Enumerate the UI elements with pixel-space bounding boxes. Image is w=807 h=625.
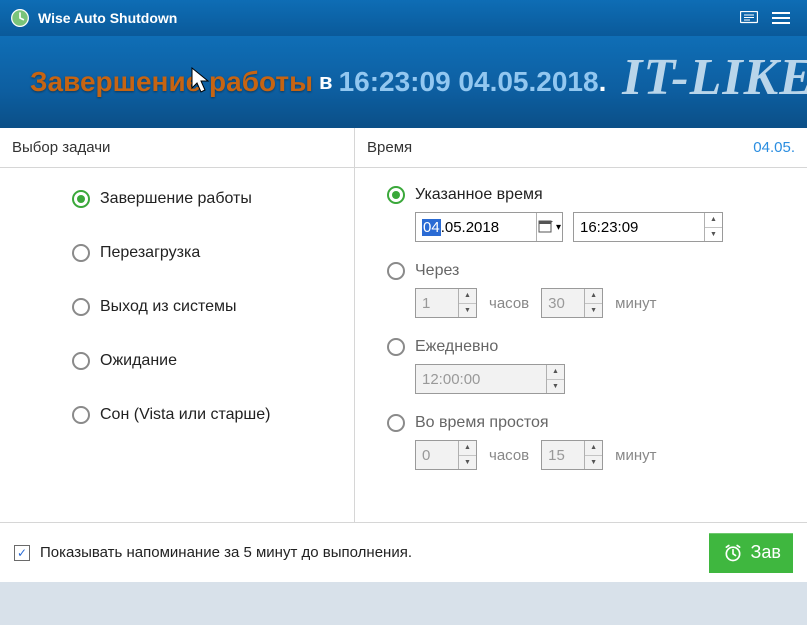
time-radio-specified[interactable]: Указанное время — [387, 186, 797, 204]
idle-minutes-input[interactable]: ▲▼ — [541, 440, 603, 470]
time-radio-daily[interactable]: Ежедневно — [387, 338, 797, 356]
radio-icon — [387, 414, 405, 432]
app-logo-icon — [10, 8, 30, 28]
task-radio-shutdown[interactable]: Завершение работы — [72, 190, 344, 208]
daily-field[interactable] — [416, 365, 546, 393]
radio-icon — [387, 186, 405, 204]
time-header: Время — [367, 139, 412, 156]
time-field[interactable] — [574, 213, 704, 241]
task-label: Перезагрузка — [100, 244, 200, 262]
task-label: Ожидание — [100, 352, 177, 370]
spin-down-icon[interactable]: ▼ — [705, 228, 722, 242]
cursor-icon — [190, 66, 212, 101]
title-bar: Wise Auto Shutdown — [0, 0, 807, 36]
banner-datetime: 16:23:09 04.05.2018 — [339, 66, 599, 98]
minutes-field[interactable] — [542, 289, 584, 317]
banner-at: в — [313, 69, 339, 95]
radio-icon — [72, 352, 90, 370]
hours-unit: часов — [487, 447, 531, 464]
spin-up-icon[interactable]: ▲ — [585, 441, 602, 456]
time-radio-after[interactable]: Через — [387, 262, 797, 280]
radio-icon — [72, 244, 90, 262]
spinner-buttons[interactable]: ▲▼ — [458, 289, 476, 317]
spin-up-icon[interactable]: ▲ — [459, 289, 476, 304]
spin-down-icon[interactable]: ▼ — [459, 304, 476, 318]
time-radio-idle[interactable]: Во время простоя — [387, 414, 797, 432]
spinner-buttons[interactable]: ▲▼ — [704, 213, 722, 241]
tasks-header: Выбор задачи — [0, 128, 354, 168]
task-label: Сон (Vista или старше) — [100, 406, 270, 424]
alarm-clock-icon — [723, 543, 743, 563]
time-label: Указанное время — [415, 186, 543, 204]
time-label: Ежедневно — [415, 338, 498, 356]
daily-time-input[interactable]: ▲▼ — [415, 364, 565, 394]
menu-icon[interactable] — [765, 6, 797, 30]
spin-down-icon[interactable]: ▼ — [585, 456, 602, 470]
radio-icon — [72, 190, 90, 208]
spinner-buttons[interactable]: ▲▼ — [546, 365, 564, 393]
time-header-date: 04.05. — [753, 139, 795, 156]
spin-up-icon[interactable]: ▲ — [459, 441, 476, 456]
spin-down-icon[interactable]: ▼ — [585, 304, 602, 318]
time-input-specified[interactable]: ▲▼ — [573, 212, 723, 242]
hours-field[interactable] — [416, 441, 458, 469]
footer-bar: ✓ Показывать напоминание за 5 минут до в… — [0, 522, 807, 582]
minutes-unit: минут — [613, 295, 658, 312]
feedback-icon[interactable] — [733, 6, 765, 30]
time-panel: Время 04.05. Указанное время 04.05.2018 … — [355, 128, 807, 522]
spinner-buttons[interactable]: ▲▼ — [458, 441, 476, 469]
hours-field[interactable] — [416, 289, 458, 317]
radio-icon — [387, 338, 405, 356]
spin-up-icon[interactable]: ▲ — [585, 289, 602, 304]
start-button[interactable]: Зав — [709, 533, 793, 573]
radio-icon — [72, 406, 90, 424]
radio-icon — [387, 262, 405, 280]
status-banner: Завершение работы в 16:23:09 04.05.2018 … — [0, 36, 807, 128]
minutes-unit: минут — [613, 447, 658, 464]
date-picker[interactable]: 04.05.2018 ▾ — [415, 212, 563, 242]
date-rest: .05.2018 — [441, 219, 499, 236]
spin-up-icon[interactable]: ▲ — [705, 213, 722, 228]
task-radio-restart[interactable]: Перезагрузка — [72, 244, 344, 262]
after-hours-input[interactable]: ▲▼ — [415, 288, 477, 318]
spinner-buttons[interactable]: ▲▼ — [584, 289, 602, 317]
calendar-dropdown-icon[interactable]: ▾ — [536, 213, 562, 241]
date-selected-day: 04 — [422, 219, 441, 236]
watermark-logo: IT-LIKE — [622, 48, 807, 107]
spin-up-icon[interactable]: ▲ — [547, 365, 564, 380]
idle-hours-input[interactable]: ▲▼ — [415, 440, 477, 470]
radio-icon — [72, 298, 90, 316]
time-label: Через — [415, 262, 459, 280]
banner-dot: . — [599, 66, 607, 98]
spinner-buttons[interactable]: ▲▼ — [584, 441, 602, 469]
task-radio-sleep[interactable]: Сон (Vista или старше) — [72, 406, 344, 424]
tasks-panel: Выбор задачи Завершение работы Перезагру… — [0, 128, 355, 522]
minutes-field[interactable] — [542, 441, 584, 469]
task-label: Завершение работы — [100, 190, 252, 208]
reminder-checkbox[interactable]: ✓ — [14, 545, 30, 561]
time-label: Во время простоя — [415, 414, 549, 432]
reminder-label: Показывать напоминание за 5 минут до вып… — [40, 544, 412, 561]
spin-down-icon[interactable]: ▼ — [547, 380, 564, 394]
main-content: Выбор задачи Завершение работы Перезагру… — [0, 128, 807, 522]
after-minutes-input[interactable]: ▲▼ — [541, 288, 603, 318]
banner-action: Завершение работы — [30, 66, 313, 98]
start-button-label: Зав — [751, 542, 781, 563]
task-radio-logout[interactable]: Выход из системы — [72, 298, 344, 316]
window-margin — [0, 582, 807, 625]
task-label: Выход из системы — [100, 298, 237, 316]
time-header-row: Время 04.05. — [355, 128, 807, 168]
app-title: Wise Auto Shutdown — [38, 10, 177, 26]
task-radio-hibernate[interactable]: Ожидание — [72, 352, 344, 370]
spin-down-icon[interactable]: ▼ — [459, 456, 476, 470]
hours-unit: часов — [487, 295, 531, 312]
